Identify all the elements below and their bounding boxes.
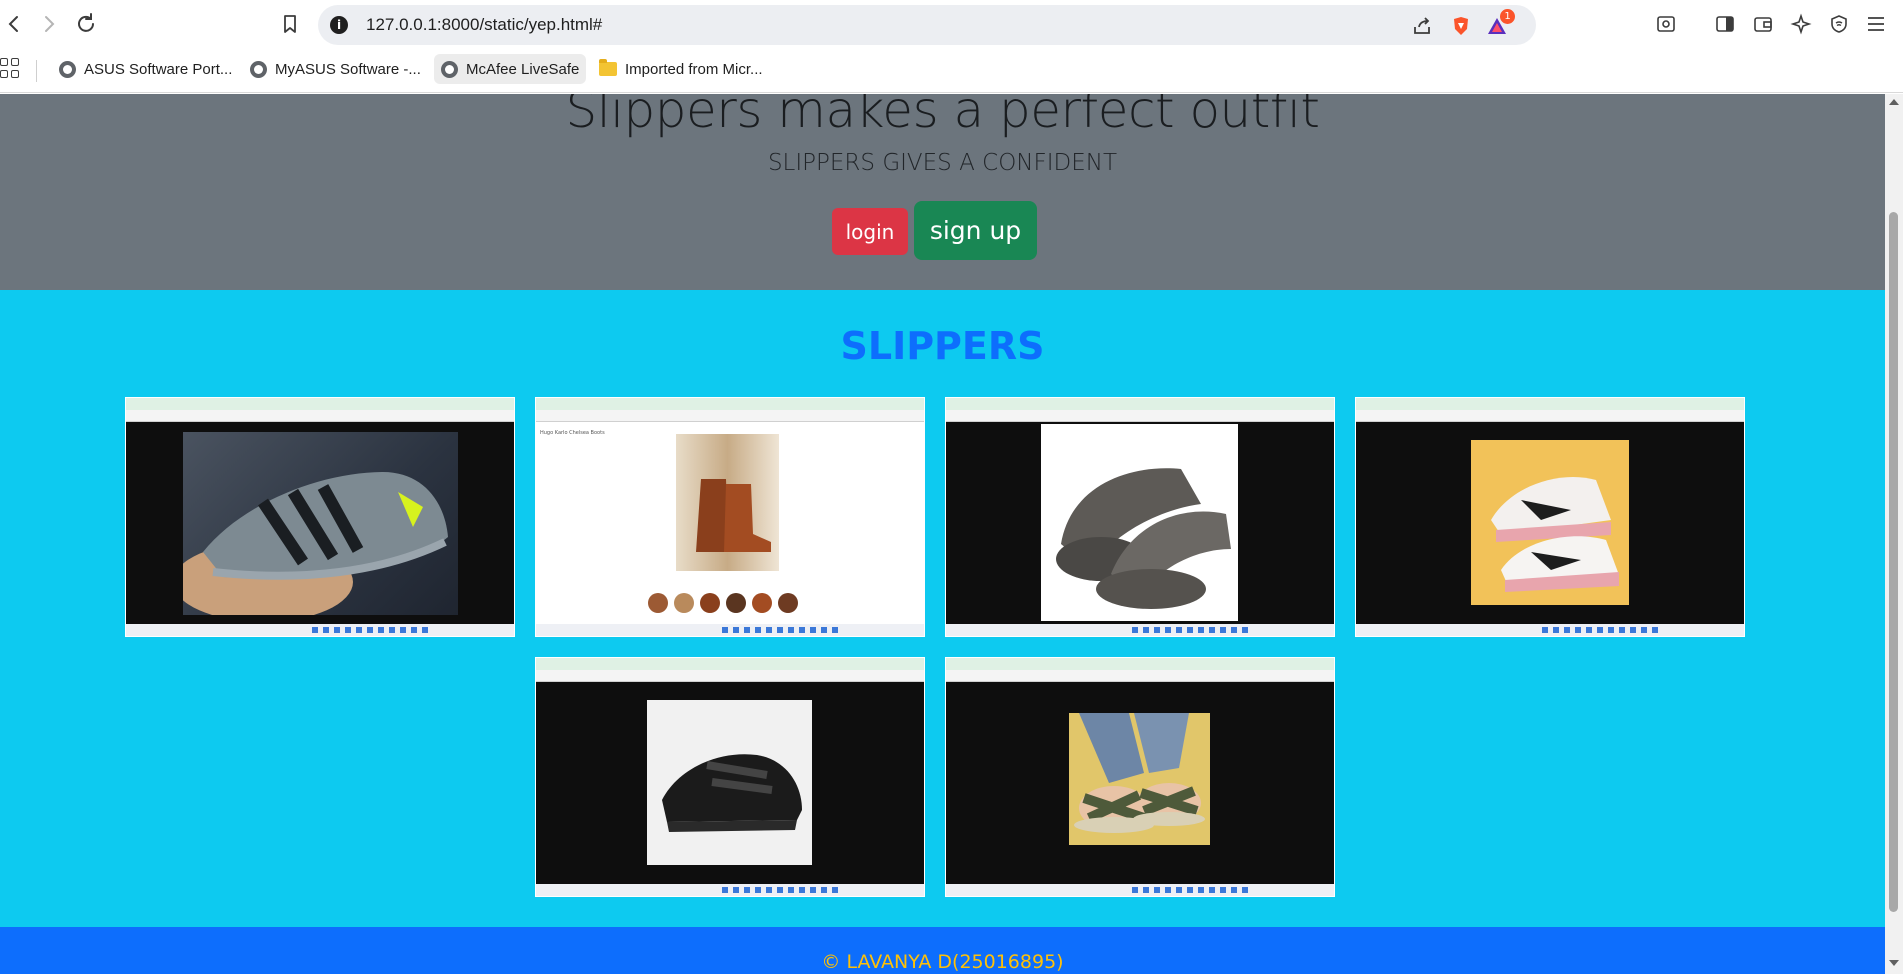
browser-toolbar: i 127.0.0.1:8000/static/yep.html# 1 [0, 0, 1903, 50]
brave-rewards-icon[interactable]: 1 [1486, 9, 1515, 37]
site-info-icon[interactable]: i [330, 16, 348, 34]
screenshot-search-icon[interactable] [1655, 13, 1677, 35]
page-footer: © LAVANYA D(25016895) [0, 927, 1885, 974]
globe-icon [59, 60, 76, 78]
hero-title: Slippers makes a perfect outfit [565, 94, 1320, 139]
back-icon[interactable] [2, 12, 26, 36]
gallery-image-chunky-sneakers[interactable] [1355, 397, 1745, 637]
hero-banner: Slippers makes a perfect outfit SLIPPERS… [0, 94, 1885, 290]
bookmark-label: McAfee LiveSafe [466, 60, 580, 78]
scrollbar-thumb[interactable] [1889, 212, 1898, 912]
boots-thumbnails [648, 593, 808, 615]
bookmark-label: ASUS Software Port... [84, 60, 233, 78]
gallery-image-sneaker[interactable] [125, 397, 515, 637]
boots-caption: Hugo Karlo Chelsea Boots [540, 430, 605, 436]
chunky-sneakers-photo [1471, 440, 1629, 605]
sidebar-toggle-icon[interactable] [1714, 13, 1736, 35]
gallery-image-black-shoe[interactable] [535, 657, 925, 897]
leo-ai-icon[interactable] [1790, 13, 1812, 35]
bookmark-myasus-software[interactable]: MyASUS Software -... [243, 54, 428, 84]
signup-button[interactable]: sign up [914, 201, 1037, 260]
brave-shields-icon[interactable] [1450, 15, 1472, 37]
login-button[interactable]: login [832, 208, 908, 255]
folder-icon [599, 59, 617, 76]
rewards-badge: 1 [1500, 9, 1515, 24]
footer-copyright: © LAVANYA D(25016895) [821, 951, 1064, 973]
section-title: SLIPPERS [840, 324, 1045, 368]
gallery-image-slides[interactable] [945, 397, 1335, 637]
boots-photo [676, 434, 779, 571]
black-shoe-photo [647, 700, 812, 865]
hero-subtitle: SLIPPERS GIVES A CONFIDENT [767, 150, 1118, 176]
scroll-up-arrow-icon[interactable] [1889, 99, 1899, 105]
vpn-shield-icon[interactable] [1828, 13, 1850, 35]
address-bar[interactable]: i 127.0.0.1:8000/static/yep.html# 1 [318, 5, 1536, 45]
sneaker-photo [173, 432, 458, 622]
olive-slippers-photo [1069, 713, 1210, 845]
bookmark-icon[interactable] [278, 12, 302, 36]
slides-photo [1041, 424, 1238, 621]
globe-icon [250, 60, 267, 78]
forward-icon[interactable] [37, 12, 61, 36]
wallet-icon[interactable] [1752, 13, 1774, 35]
share-icon[interactable] [1411, 15, 1433, 37]
globe-icon [441, 60, 458, 78]
menu-icon[interactable] [1865, 13, 1887, 35]
reload-icon[interactable] [74, 12, 98, 36]
gallery-image-olive-slippers[interactable] [945, 657, 1335, 897]
url-text[interactable]: 127.0.0.1:8000/static/yep.html# [366, 15, 602, 35]
bookmark-label: Imported from Micr... [625, 60, 763, 78]
bookmarks-divider [36, 60, 37, 82]
bookmark-folder-imported[interactable]: Imported from Micr... [592, 54, 770, 84]
slippers-section: SLIPPERS Hugo Karlo Chelsea Boots [0, 290, 1885, 927]
page-scrollbar[interactable] [1885, 94, 1903, 974]
page-viewport: Slippers makes a perfect outfit SLIPPERS… [0, 94, 1885, 974]
apps-grid-icon[interactable] [0, 58, 20, 78]
bookmark-mcafee-livesafe[interactable]: McAfee LiveSafe [434, 54, 587, 84]
bookmark-label: MyASUS Software -... [275, 60, 421, 78]
scroll-down-arrow-icon[interactable] [1889, 960, 1899, 966]
gallery-image-boots[interactable]: Hugo Karlo Chelsea Boots [535, 397, 925, 637]
bookmark-asus-software-portal[interactable]: ASUS Software Port... [52, 54, 239, 84]
